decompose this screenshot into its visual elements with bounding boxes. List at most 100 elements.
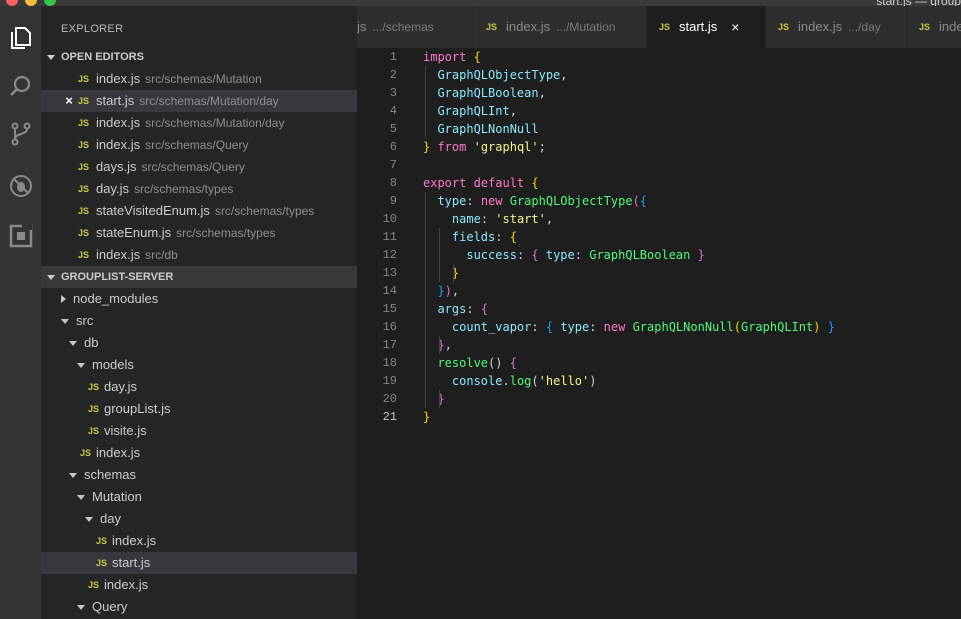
- code-token: GraphQLBoolean: [589, 248, 691, 262]
- tree-folder[interactable]: Query: [41, 596, 357, 618]
- code-token: GraphQLInt: [437, 104, 510, 118]
- code-line[interactable]: }),: [423, 282, 835, 300]
- tree-folder[interactable]: models: [41, 354, 357, 376]
- code-line[interactable]: },: [423, 336, 835, 354]
- explorer-sidebar: EXPLORER OPEN EDITORS JS index.js src/sche…: [41, 6, 357, 619]
- code-line[interactable]: console.log('hello'): [423, 372, 835, 390]
- tree-file[interactable]: JS groupList.js: [41, 398, 357, 420]
- open-editor-item[interactable]: JS index.js src/db: [41, 244, 357, 266]
- editor-tab[interactable]: JS index.js .../Mutation: [474, 6, 647, 48]
- code-line[interactable]: } from 'graphql';: [423, 138, 835, 156]
- tree-folder[interactable]: day: [41, 508, 357, 530]
- editor-tab[interactable]: JS start.js ×: [647, 6, 766, 48]
- code-token: {: [531, 248, 539, 262]
- tree-item-label: db: [84, 335, 99, 350]
- code-line[interactable]: success: { type: GraphQLBoolean }: [423, 246, 835, 264]
- code-line[interactable]: fields: {: [423, 228, 835, 246]
- chevron-down-icon: [69, 472, 77, 478]
- editor-tab[interactable]: JS index.js: [907, 6, 961, 48]
- tree-folder[interactable]: node_modules: [41, 288, 357, 310]
- tree-file[interactable]: JS index.js: [41, 574, 357, 596]
- code-line[interactable]: GraphQLNonNull: [423, 120, 835, 138]
- code-line[interactable]: name: 'start',: [423, 210, 835, 228]
- tree-item-label: schemas: [84, 467, 137, 482]
- line-number: 16: [382, 320, 397, 334]
- js-file-icon: JS: [78, 118, 90, 128]
- line-number: 17: [382, 338, 397, 352]
- code-token: type: [437, 194, 467, 208]
- tab-label: index.js: [506, 19, 551, 34]
- line-number: 19: [382, 374, 397, 388]
- code-line[interactable]: }: [423, 264, 835, 282]
- code-token: ;: [538, 140, 546, 154]
- code-token: :: [480, 212, 496, 226]
- open-editor-path: src/schemas/Mutation/day: [139, 94, 279, 108]
- close-icon[interactable]: ×: [731, 6, 739, 48]
- explorer-icon[interactable]: [4, 22, 37, 54]
- code-line[interactable]: args: {: [423, 300, 835, 318]
- js-file-icon: JS: [88, 580, 100, 590]
- code-line[interactable]: }: [423, 390, 835, 408]
- code-line[interactable]: [423, 156, 835, 174]
- tree-file[interactable]: JS start.js: [41, 552, 357, 574]
- open-editors-header[interactable]: OPEN EDITORS: [41, 46, 357, 68]
- code-editor[interactable]: 1 2 3 4 5 6 7 8 9 10 11 12 13 14 15 16 17 18 19 20 21 import…: [357, 48, 961, 619]
- open-editor-item[interactable]: JS stateEnum.js src/schemas/types: [41, 222, 357, 244]
- code-token: ,: [509, 104, 517, 118]
- tree-file[interactable]: JS index.js: [41, 530, 357, 552]
- code-line[interactable]: GraphQLBoolean,: [423, 84, 835, 102]
- code-line[interactable]: type: new GraphQLObjectType({: [423, 192, 835, 210]
- code-line[interactable]: GraphQLObjectType,: [423, 66, 835, 84]
- code-line[interactable]: }: [423, 408, 835, 426]
- tree-file[interactable]: JS index.js: [41, 442, 357, 464]
- tree-folder[interactable]: Mutation: [41, 486, 357, 508]
- open-editor-item[interactable]: JS stateVisitedEnum.js src/schemas/types: [41, 200, 357, 222]
- chevron-down-icon: [47, 54, 55, 60]
- open-editor-item[interactable]: JS index.js src/schemas/Mutation: [41, 68, 357, 90]
- tree-file[interactable]: JS day.js: [41, 376, 357, 398]
- code-line[interactable]: resolve() {: [423, 354, 835, 372]
- tree-item-label: index.js: [96, 445, 141, 460]
- code-content[interactable]: import { GraphQLObjectType, GraphQLBoole…: [423, 48, 835, 426]
- editor-tab[interactable]: js .../schemas: [357, 6, 474, 48]
- activity-bar: [0, 6, 41, 619]
- line-number: 2: [389, 68, 397, 82]
- code-line[interactable]: GraphQLInt,: [423, 102, 835, 120]
- code-token: import: [423, 50, 474, 64]
- project-header[interactable]: GROUPLIST-SERVER: [41, 266, 357, 288]
- code-line[interactable]: import {: [423, 48, 835, 66]
- tree-folder[interactable]: schemas: [41, 464, 357, 486]
- open-editor-item[interactable]: × JS start.js src/schemas/Mutation/day: [41, 90, 357, 112]
- extensions-icon[interactable]: [4, 220, 37, 252]
- open-editor-item[interactable]: JS days.js src/schemas/Query: [41, 156, 357, 178]
- indent-guide: [439, 390, 440, 408]
- code-token: {: [509, 356, 517, 370]
- open-editor-item[interactable]: JS index.js src/schemas/Mutation/day: [41, 112, 357, 134]
- editor-tab[interactable]: JS index.js .../day: [766, 6, 907, 48]
- indent-guide: [439, 336, 440, 354]
- code-token: type: [560, 320, 590, 334]
- js-file-icon: JS: [78, 250, 90, 260]
- chevron-down-icon: [77, 362, 85, 368]
- open-editor-item[interactable]: JS day.js src/schemas/types: [41, 178, 357, 200]
- code-token: success: [466, 248, 517, 262]
- chevron-down-icon: [61, 318, 69, 324]
- code-token: :: [516, 248, 532, 262]
- tree-folder[interactable]: src: [41, 310, 357, 332]
- code-line[interactable]: count_vapor: { type: new GraphQLNonNull(…: [423, 318, 835, 336]
- open-editor-name: stateEnum.js: [96, 225, 172, 240]
- line-numbers: 1 2 3 4 5 6 7 8 9 10 11 12 13 14 15 16 17 18 19 20 21: [357, 48, 397, 426]
- tree-file[interactable]: JS visite.js: [41, 420, 357, 442]
- open-editor-item[interactable]: JS index.js src/schemas/Query: [41, 134, 357, 156]
- search-icon[interactable]: [4, 70, 37, 102]
- tree-item-label: models: [92, 357, 134, 372]
- close-icon[interactable]: ×: [60, 90, 78, 112]
- indent-guide: [425, 66, 426, 138]
- debug-icon[interactable]: [4, 170, 37, 202]
- code-token: }: [437, 284, 445, 298]
- open-editor-name: days.js: [96, 159, 137, 174]
- tree-folder[interactable]: db: [41, 332, 357, 354]
- code-line[interactable]: export default {: [423, 174, 835, 192]
- source-control-icon[interactable]: [4, 118, 37, 150]
